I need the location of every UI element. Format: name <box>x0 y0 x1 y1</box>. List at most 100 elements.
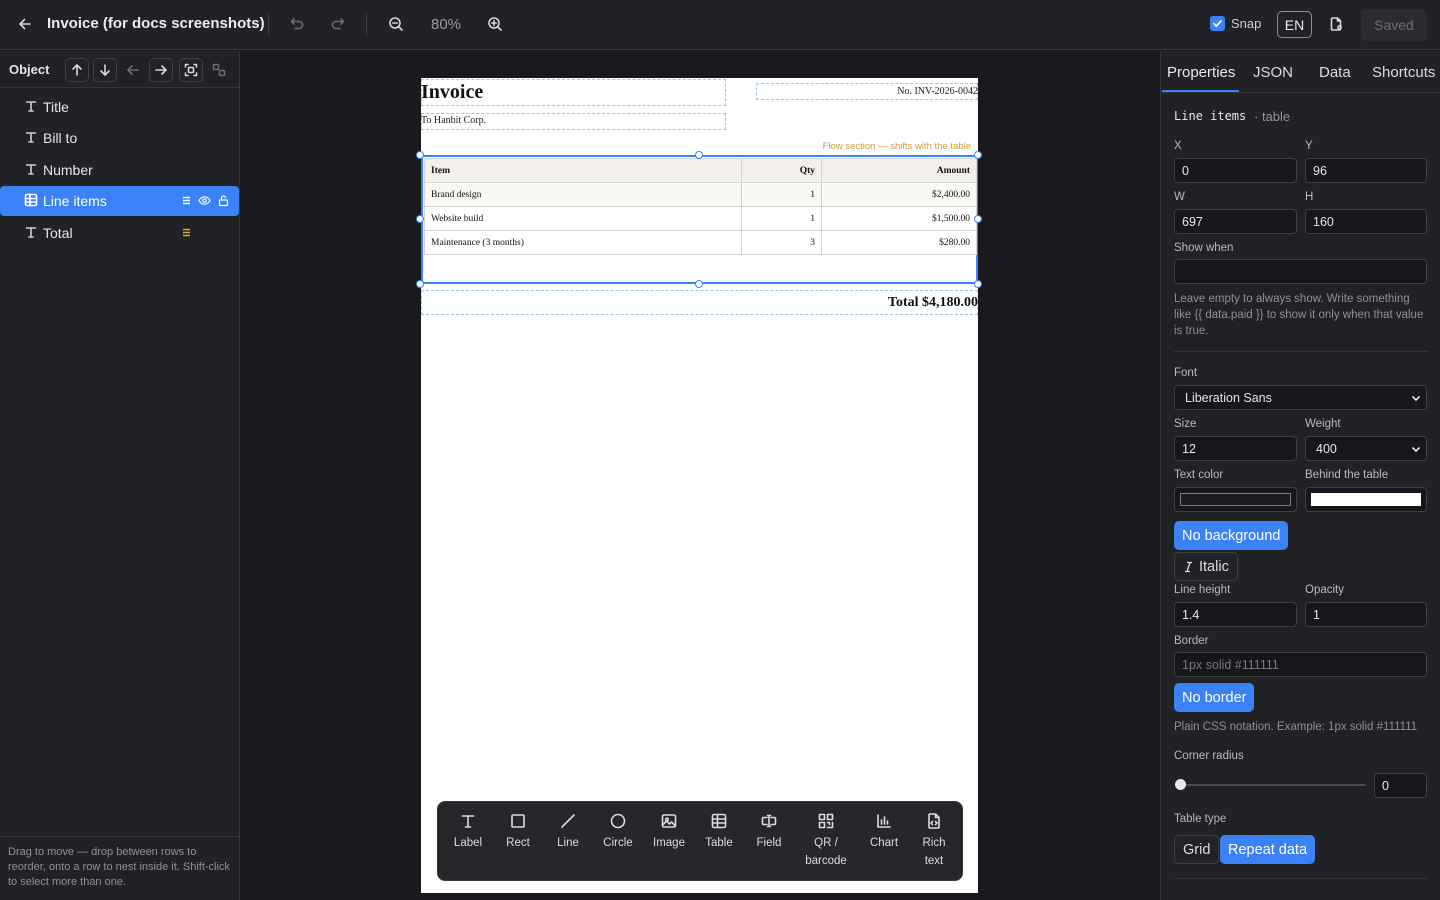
tab-data[interactable]: Data <box>1319 64 1351 81</box>
layer-total[interactable]: Total <box>0 218 239 248</box>
resize-handle-sw[interactable] <box>416 280 424 288</box>
square-icon <box>509 812 527 830</box>
insert-toolbar: Label Rect Line Circle Image Table Field <box>437 801 963 881</box>
slider-knob[interactable] <box>1175 779 1186 790</box>
canvas[interactable]: Invoice To Hanbit Corp. No. INV-2026-004… <box>240 51 1160 900</box>
y-input[interactable]: 96 <box>1305 158 1427 183</box>
tab-shortcuts[interactable]: Shortcuts <box>1372 64 1435 81</box>
resize-handle-ne[interactable] <box>974 151 982 159</box>
move-up-icon[interactable] <box>65 58 89 82</box>
language-button[interactable]: EN <box>1277 11 1312 38</box>
divider <box>1161 92 1440 93</box>
behind-color-swatch[interactable] <box>1305 487 1427 512</box>
opacity-input[interactable]: 1 <box>1305 602 1427 627</box>
page-settings-icon[interactable] <box>1322 10 1350 38</box>
selection-type: · table <box>1254 109 1291 124</box>
layer-number[interactable]: Number <box>0 155 239 185</box>
field-icon <box>760 812 778 830</box>
layers-panel: Object Title Bill to Number Line items T… <box>0 51 240 900</box>
tool-qr-barcode[interactable]: QR / barcode <box>800 812 852 870</box>
layer-line-items[interactable]: Line items <box>0 186 239 216</box>
y-label: Y <box>1305 140 1313 152</box>
layer-title[interactable]: Title <box>0 92 239 122</box>
snap-label[interactable]: Snap <box>1231 16 1261 31</box>
no-background-button[interactable]: No background <box>1174 521 1289 550</box>
weight-label: Weight <box>1305 418 1341 430</box>
zoom-in-icon[interactable] <box>481 10 509 38</box>
redo-icon[interactable] <box>324 10 352 38</box>
invoice-title[interactable]: Invoice <box>421 81 483 104</box>
column-header: Amount <box>821 158 977 183</box>
eye-icon[interactable] <box>198 194 211 207</box>
text-color-swatch[interactable] <box>1174 487 1297 512</box>
size-input[interactable]: 12 <box>1174 436 1297 461</box>
divider <box>0 87 239 88</box>
resize-handle-s[interactable] <box>695 280 703 288</box>
layer-bill-to[interactable]: Bill to <box>0 123 239 153</box>
undo-icon[interactable] <box>283 10 311 38</box>
selection-name: Line items <box>1174 109 1247 123</box>
tab-json[interactable]: JSON <box>1253 64 1293 81</box>
drag-hint: Drag to move — drop between rows to reor… <box>8 846 230 888</box>
h-input[interactable]: 160 <box>1305 209 1427 234</box>
lock-open-icon[interactable] <box>217 194 230 207</box>
tool-line[interactable]: Line <box>552 812 584 852</box>
tool-label[interactable]: Label <box>452 812 484 852</box>
behind-table-label: Behind the table <box>1305 469 1389 481</box>
resize-handle-w[interactable] <box>416 215 424 223</box>
weight-select[interactable]: 400 <box>1305 436 1427 461</box>
outdent-icon[interactable] <box>121 58 145 82</box>
ungroup-icon[interactable] <box>207 58 231 82</box>
tool-rich-text[interactable]: Rich text <box>918 812 950 870</box>
tool-circle[interactable]: Circle <box>600 812 636 852</box>
corner-radius-slider[interactable] <box>1180 784 1366 786</box>
resize-handle-n[interactable] <box>695 151 703 159</box>
line-icon <box>559 812 577 830</box>
back-arrow-icon[interactable] <box>11 10 39 38</box>
flow-icon <box>180 194 193 207</box>
italic-button[interactable]: Italic <box>1174 552 1238 581</box>
x-input[interactable]: 0 <box>1174 158 1297 183</box>
layer-label: Title <box>43 99 69 115</box>
snap-checkbox[interactable] <box>1210 16 1225 31</box>
group-icon[interactable] <box>179 58 203 82</box>
invoice-number[interactable]: No. INV-2026-0042 <box>897 86 978 97</box>
tool-rect[interactable]: Rect <box>502 812 534 852</box>
document-title[interactable]: Invoice (for docs screenshots) <box>47 15 265 32</box>
tool-table[interactable]: Table <box>701 812 737 852</box>
w-input[interactable]: 697 <box>1174 209 1297 234</box>
text-icon <box>24 99 38 113</box>
table-cell: Website build <box>424 206 742 231</box>
line-items-table[interactable]: Item Qty Amount Brand design 1 $2,400.00… <box>421 155 978 284</box>
panel-title: Object <box>9 62 50 77</box>
border-label: Border <box>1174 635 1209 647</box>
no-border-button[interactable]: No border <box>1174 683 1255 712</box>
table-cell: $280.00 <box>821 230 977 255</box>
line-height-input[interactable]: 1.4 <box>1174 602 1297 627</box>
bill-to-text[interactable]: To Hanbit Corp. <box>421 115 486 126</box>
zoom-level: 80% <box>430 16 462 33</box>
show-when-input[interactable] <box>1174 259 1427 284</box>
move-down-icon[interactable] <box>93 58 117 82</box>
resize-handle-nw[interactable] <box>416 151 424 159</box>
tool-field[interactable]: Field <box>753 812 785 852</box>
border-input[interactable]: 1px solid #111111 <box>1174 652 1427 677</box>
table-type-grid-button[interactable]: Grid <box>1174 835 1220 864</box>
line-items-grid: Item Qty Amount Brand design 1 $2,400.00… <box>424 158 977 255</box>
tool-chart[interactable]: Chart <box>866 812 902 852</box>
table-row: Brand design 1 $2,400.00 <box>424 182 977 207</box>
saved-button[interactable]: Saved <box>1361 9 1427 41</box>
tool-image[interactable]: Image <box>649 812 689 852</box>
font-select[interactable]: Liberation Sans <box>1174 385 1427 410</box>
corner-radius-input[interactable]: 0 <box>1374 773 1427 798</box>
divider <box>0 836 239 837</box>
table-icon <box>24 193 38 207</box>
invoice-total[interactable]: Total $4,180.00 <box>888 295 978 311</box>
resize-handle-e[interactable] <box>974 215 982 223</box>
tab-properties[interactable]: Properties <box>1167 64 1235 81</box>
resize-handle-se[interactable] <box>974 280 982 288</box>
zoom-out-icon[interactable] <box>382 10 410 38</box>
table-type-repeat-button[interactable]: Repeat data <box>1220 835 1316 864</box>
indent-icon[interactable] <box>149 58 173 82</box>
invoice-page[interactable]: Invoice To Hanbit Corp. No. INV-2026-004… <box>416 78 982 893</box>
